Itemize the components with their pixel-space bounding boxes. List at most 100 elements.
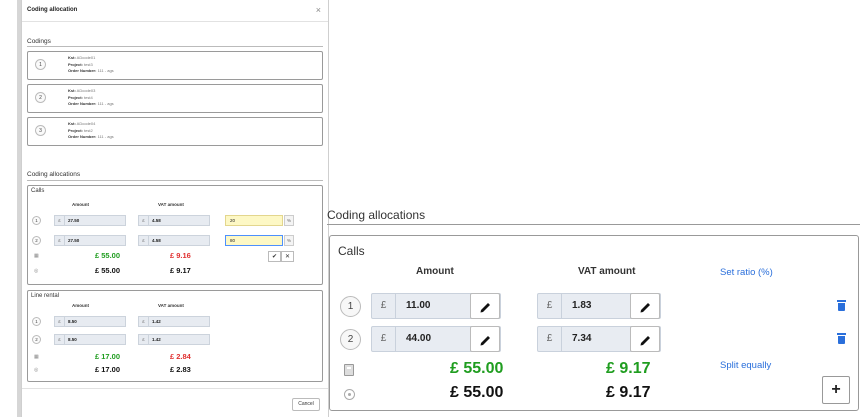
target-amount: £ 55.00 (95, 266, 121, 275)
vat-field[interactable]: £1.42 (138, 316, 210, 327)
ratio-input-focused[interactable]: 80 (225, 235, 283, 246)
allocation-row: 1 £8.50 £1.42 (28, 315, 324, 328)
percent-addon: % (284, 215, 294, 226)
currency-symbol: £ (139, 216, 149, 226)
currency-symbol: £ (372, 327, 396, 351)
close-icon[interactable]: × (316, 5, 321, 15)
coding-details: Kst: ADcode01 Project: test3 Order Numbe… (68, 55, 114, 75)
allocations-section-label: Coding allocations (27, 171, 81, 178)
amount-field[interactable]: £27.50 (54, 215, 126, 226)
vat-amount-header: VAT amount (158, 303, 184, 308)
row-number: 2 (32, 335, 41, 344)
kst-label: Kst: (68, 121, 76, 126)
amount-value: 8.50 (68, 337, 77, 342)
calculator-icon: ▦ (34, 253, 39, 259)
currency-symbol: £ (538, 327, 562, 351)
order-number-value: 111 - ags (97, 134, 114, 139)
calculator-icon (344, 364, 354, 376)
vat-field[interactable]: £ 1.83 (537, 293, 661, 319)
currency-symbol: £ (139, 317, 149, 327)
pencil-icon[interactable] (470, 326, 500, 352)
allocation-name: Calls (31, 188, 45, 194)
currency-symbol: £ (55, 236, 65, 246)
vat-field[interactable]: £4.58 (138, 235, 210, 246)
coding-card[interactable]: 2 Kst: ADcode03 Project: test4 Order Num… (27, 84, 323, 113)
vat-field[interactable]: £4.58 (138, 215, 210, 226)
amount-field[interactable]: £27.50 (54, 235, 126, 246)
order-number-label: Order Number: (68, 134, 97, 139)
set-ratio-link[interactable]: Set ratio (%) (720, 267, 773, 278)
target-vat: £ 9.17 (606, 384, 651, 401)
pencil-icon[interactable] (470, 293, 500, 319)
amount-header: Amount (72, 202, 89, 207)
trash-icon[interactable] (837, 300, 846, 311)
trash-icon[interactable] (837, 333, 846, 344)
coding-number: 2 (35, 92, 46, 103)
kst-label: Kst: (68, 88, 76, 93)
kst-value: ADcode04 (76, 121, 96, 126)
row-number: 1 (340, 296, 361, 317)
dialog-title: Coding allocation (27, 7, 78, 13)
kst-value: ADcode03 (76, 88, 96, 93)
vat-value: 1.42 (152, 337, 161, 342)
target-vat: £ 9.17 (170, 266, 191, 275)
vat-amount-header: VAT amount (578, 266, 636, 277)
target-vat: £ 2.83 (170, 365, 191, 374)
vat-field[interactable]: £1.42 (138, 334, 210, 345)
amount-value: 27.50 (68, 218, 80, 223)
cancel-button[interactable]: Cancel (292, 398, 320, 411)
dialog-footer-divider (22, 388, 328, 389)
allocation-name: Line rental (31, 293, 60, 299)
row-number: 1 (32, 317, 41, 326)
total-amount: £ 55.00 (95, 251, 121, 260)
vat-value: 4.58 (152, 218, 161, 223)
check-icon[interactable]: ✔ (268, 251, 281, 262)
ratio-input[interactable]: 20 (225, 215, 283, 226)
total-vat: £ 9.17 (606, 360, 651, 377)
vat-field[interactable]: £ 7.34 (537, 326, 661, 352)
close-icon[interactable]: ✕ (281, 251, 294, 262)
allocation-row: 2 £27.50 £4.58 80 % (28, 234, 324, 247)
row-number: 2 (340, 329, 361, 350)
currency-symbol: £ (538, 294, 562, 318)
dialog-header-divider (22, 21, 328, 22)
pencil-icon[interactable] (630, 326, 660, 352)
amount-value: 8.50 (68, 319, 77, 324)
currency-symbol: £ (55, 317, 65, 327)
amount-value: 11.00 (406, 300, 431, 311)
target-amount: £ 55.00 (450, 384, 504, 401)
pencil-icon[interactable] (630, 293, 660, 319)
coding-number: 3 (35, 125, 46, 136)
plus-icon[interactable]: + (822, 376, 850, 404)
total-amount: £ 55.00 (450, 360, 504, 377)
split-equally-link[interactable]: Split equally (720, 360, 771, 371)
coding-card[interactable]: 1 Kst: ADcode01 Project: test3 Order Num… (27, 51, 323, 80)
amount-value: 27.50 (68, 238, 80, 243)
calculator-icon: ▦ (34, 354, 39, 360)
allocation-group-line-rental: Line rental Amount VAT amount 1 £8.50 £1… (27, 290, 323, 382)
coding-details: Kst: ADcode03 Project: test4 Order Numbe… (68, 88, 114, 108)
screen: Coding allocation × Codings 1 Kst: ADcod… (0, 0, 862, 417)
target-icon (344, 389, 355, 400)
amount-field[interactable]: £ 44.00 (371, 326, 501, 352)
vat-value: 4.58 (152, 238, 161, 243)
target-icon: ◎ (34, 268, 39, 274)
project-label: Project: (68, 94, 83, 100)
coding-details: Kst: ADcode04 Project: test2 Order Numbe… (68, 121, 114, 141)
amount-field[interactable]: £ 11.00 (371, 293, 501, 319)
total-vat: £ 2.84 (170, 352, 191, 361)
coding-number: 1 (35, 59, 46, 70)
currency-symbol: £ (372, 294, 396, 318)
amount-field[interactable]: £8.50 (54, 316, 126, 327)
project-label: Project: (68, 127, 83, 133)
row-number: 1 (32, 216, 41, 225)
coding-card[interactable]: 3 Kst: ADcode04 Project: test2 Order Num… (27, 117, 323, 146)
order-number-value: 111 - ags (97, 101, 114, 106)
order-number-value: 111 - ags (97, 68, 114, 73)
amount-header: Amount (416, 266, 454, 277)
order-number-label: Order Number: (68, 68, 97, 73)
row-number: 2 (32, 236, 41, 245)
amount-field[interactable]: £8.50 (54, 334, 126, 345)
project-value: test2 (84, 127, 93, 133)
allocation-group-calls: Calls Amount VAT amount 1 £27.50 £4.58 2… (27, 185, 323, 285)
